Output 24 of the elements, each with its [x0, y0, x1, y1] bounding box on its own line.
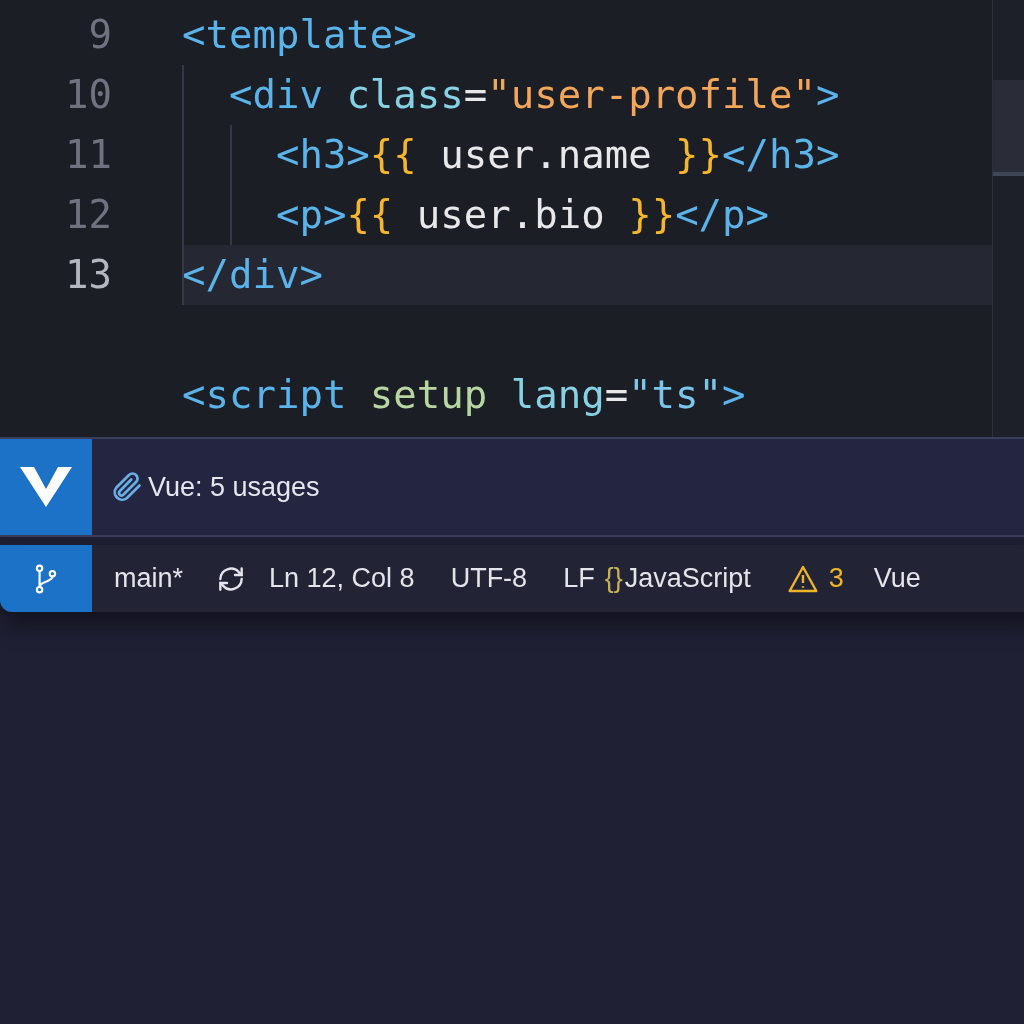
code-line: <p>{{ user.bio }}</p> [274, 190, 770, 239]
line-ending[interactable]: LF [563, 558, 595, 599]
language-mode[interactable]: JavaScript [624, 558, 751, 599]
branch-name[interactable]: main* [114, 558, 184, 599]
code-line: <template> [182, 10, 417, 59]
warning-count[interactable]: 3 [828, 558, 844, 599]
git-branch-icon [33, 563, 59, 594]
line-number: 13 [65, 250, 112, 299]
usages-hint: Vue: 5 usages [148, 470, 320, 504]
code-line: <div class="user-profile"> [227, 70, 840, 119]
braces-icon: {} [604, 558, 623, 599]
code-line: <script setup lang="ts"> [182, 370, 746, 419]
line-number: 9 [88, 10, 112, 59]
line-number: 10 [65, 70, 112, 119]
code-line: <h3>{{ user.name }}</h3> [274, 130, 840, 179]
cursor-position[interactable]: Ln 12, Col 8 [269, 558, 415, 599]
framework-label[interactable]: Vue [873, 558, 921, 599]
line-number: 12 [65, 190, 112, 239]
branch-tile[interactable] [0, 545, 92, 612]
encoding[interactable]: UTF-8 [450, 558, 528, 599]
line-number: 11 [65, 130, 112, 179]
warning-icon [786, 563, 819, 594]
code-line: </div> [182, 250, 323, 299]
vue-logo-icon [20, 467, 72, 507]
